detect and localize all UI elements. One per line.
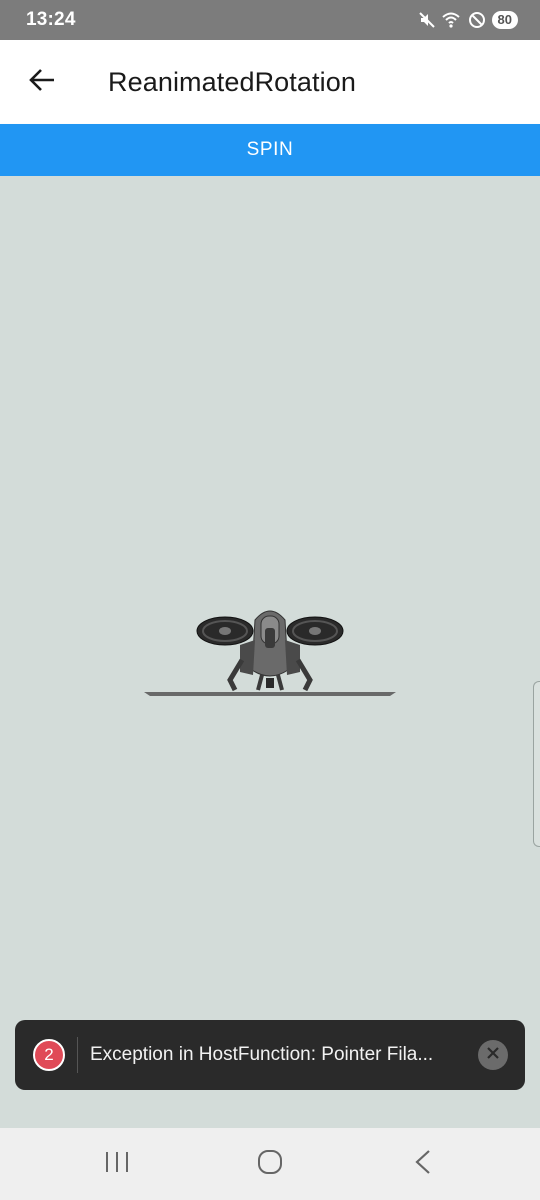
back-button[interactable] xyxy=(0,40,84,124)
spin-button[interactable]: SPIN xyxy=(0,124,540,176)
do-not-disturb-icon xyxy=(468,11,486,29)
home-button[interactable] xyxy=(240,1134,300,1194)
screen: 13:24 80 ReanimatedRotation SPIN 2 Excep… xyxy=(0,0,540,1200)
recent-apps-icon xyxy=(104,1150,130,1179)
arrow-left-icon xyxy=(29,68,55,97)
edge-panel-handle[interactable] xyxy=(533,681,540,847)
status-icons: 80 xyxy=(418,11,518,29)
battery-icon: 80 xyxy=(491,11,518,29)
system-nav-bar xyxy=(0,1128,540,1200)
page-title: ReanimatedRotation xyxy=(108,66,356,97)
recent-apps-button[interactable] xyxy=(87,1134,147,1194)
error-count-badge: 2 xyxy=(33,1039,65,1071)
status-time: 13:24 xyxy=(26,9,76,30)
error-message[interactable]: Exception in HostFunction: Pointer Fila.… xyxy=(90,1044,464,1066)
error-toast[interactable]: 2 Exception in HostFunction: Pointer Fil… xyxy=(15,1020,525,1090)
toast-divider xyxy=(77,1037,78,1073)
nav-back-button[interactable] xyxy=(393,1134,453,1194)
mute-icon xyxy=(418,11,436,29)
status-bar: 13:24 80 xyxy=(0,0,540,40)
home-icon xyxy=(257,1149,283,1180)
app-bar: ReanimatedRotation xyxy=(0,40,540,124)
chevron-left-icon xyxy=(413,1149,433,1180)
close-icon xyxy=(486,1046,500,1065)
dismiss-button[interactable] xyxy=(478,1040,508,1070)
drone-model xyxy=(144,610,396,696)
wifi-icon xyxy=(441,11,462,29)
